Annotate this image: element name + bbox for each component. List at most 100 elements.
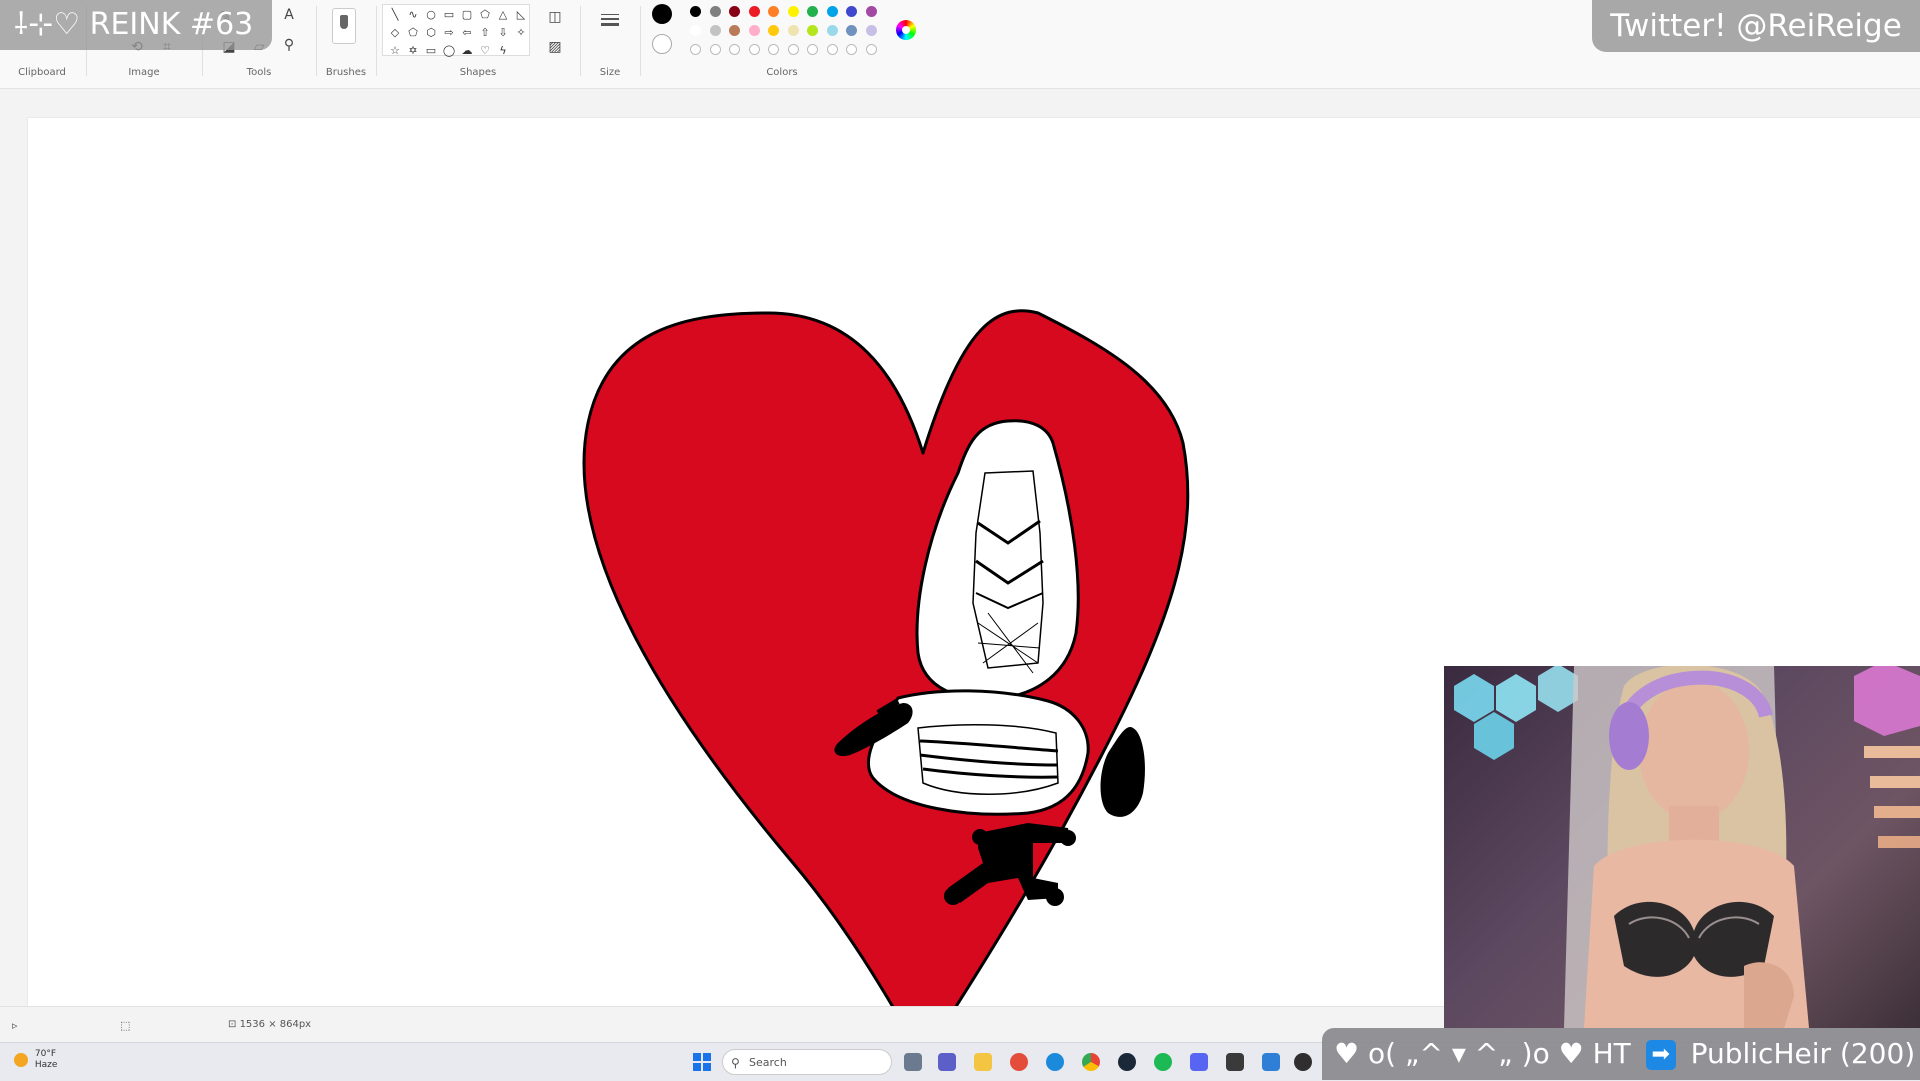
star6-shape-icon[interactable]: ✡ xyxy=(405,43,421,59)
file-explorer-icon[interactable] xyxy=(974,1053,992,1071)
fill-style-icon[interactable]: ▨ xyxy=(546,38,564,56)
line-shape-icon[interactable]: ╲ xyxy=(387,7,403,23)
color-swatch[interactable] xyxy=(807,25,818,36)
primary-color[interactable] xyxy=(652,4,672,24)
task-view-icon[interactable] xyxy=(904,1053,922,1071)
color-swatch[interactable] xyxy=(729,6,740,17)
star5-shape-icon[interactable]: ☆ xyxy=(387,43,403,59)
callout-rect-shape-icon[interactable]: ▭ xyxy=(423,43,439,59)
heart-shape-icon[interactable]: ♡ xyxy=(477,43,493,59)
chat-icon[interactable] xyxy=(938,1053,956,1071)
hexagon-shape-icon[interactable]: ⬡ xyxy=(423,25,439,41)
color-swatch[interactable] xyxy=(768,44,779,55)
arrow-up-shape-icon[interactable]: ⇧ xyxy=(477,25,493,41)
color-swatch[interactable] xyxy=(826,25,838,36)
pentagon-shape-icon[interactable]: ⬠ xyxy=(405,25,421,41)
obs-icon[interactable] xyxy=(1294,1053,1312,1071)
outline-icon[interactable]: ◫ xyxy=(546,8,564,26)
chair-wheel xyxy=(1046,888,1064,906)
ribbon-separator xyxy=(640,6,641,76)
right-triangle-shape-icon[interactable]: ◺ xyxy=(513,7,529,23)
triangle-shape-icon[interactable]: △ xyxy=(495,7,511,23)
color-swatch[interactable] xyxy=(690,44,701,55)
alert-prefix: ♥ o( „^ ▾ ^„ )o ♥ HT xyxy=(1334,1037,1631,1070)
color-swatch[interactable] xyxy=(748,25,760,36)
lightning-shape-icon[interactable]: ϟ xyxy=(495,43,511,59)
webcam-feed xyxy=(1454,666,1920,1028)
star4-shape-icon[interactable]: ✧ xyxy=(513,25,529,41)
arrow-left-shape-icon[interactable]: ⇦ xyxy=(459,25,475,41)
ribbon-separator xyxy=(580,6,581,76)
color-swatch[interactable] xyxy=(846,25,857,36)
arrow-down-shape-icon[interactable]: ⇩ xyxy=(495,25,511,41)
color-swatch[interactable] xyxy=(690,6,701,17)
curve-shape-icon[interactable]: ∿ xyxy=(405,7,421,23)
color-swatch[interactable] xyxy=(768,25,779,36)
rounded-rect-shape-icon[interactable]: ▢ xyxy=(459,7,475,23)
secondary-color[interactable] xyxy=(652,34,672,54)
color-swatch[interactable] xyxy=(709,25,721,36)
start-button[interactable] xyxy=(693,1053,711,1071)
color-swatch[interactable] xyxy=(807,6,818,17)
polygon-shape-icon[interactable]: ⬠ xyxy=(477,7,493,23)
text-icon[interactable]: A xyxy=(280,6,298,24)
notepad-icon[interactable] xyxy=(1262,1053,1280,1071)
canvas-size-text: 1536 × 864px xyxy=(239,1019,312,1030)
chair-wheel xyxy=(1060,830,1076,846)
brush-icon[interactable] xyxy=(332,8,356,44)
arrow-right-shape-icon[interactable]: ⇨ xyxy=(441,25,457,41)
canvas-size-icon: ⊡ xyxy=(228,1019,240,1030)
color-swatch[interactable] xyxy=(768,6,779,17)
taskbar-search[interactable]: ⚲ Search xyxy=(722,1049,892,1075)
color-swatch[interactable] xyxy=(807,44,818,55)
shapes-label: Shapes xyxy=(459,67,497,78)
chrome-icon[interactable] xyxy=(1082,1053,1100,1071)
color-swatch[interactable] xyxy=(787,44,799,55)
color-swatch[interactable] xyxy=(865,44,877,55)
color-swatch[interactable] xyxy=(690,25,701,36)
terminal-icon[interactable] xyxy=(1226,1053,1244,1071)
callout-oval-shape-icon[interactable]: ◯ xyxy=(441,43,457,59)
color-swatch[interactable] xyxy=(826,6,838,17)
tools-label: Tools xyxy=(246,67,272,78)
canvas-size: ⊡ 1536 × 864px xyxy=(228,1019,311,1030)
spotify-icon[interactable] xyxy=(1154,1053,1172,1071)
weather-widget[interactable]: 70°F Haze xyxy=(14,1049,57,1071)
shapes-gallery[interactable]: ╲ ∿ ○ ▭ ▢ ⬠ △ ◺ ◇ ⬠ ⬡ ⇨ ⇦ ⇧ ⇩ ✧ ☆ ✡ ▭ ◯ … xyxy=(382,4,530,59)
search-icon: ⚲ xyxy=(731,1056,740,1070)
stream-title-overlay: ⸸⊹♡ REINK #63 xyxy=(0,0,272,50)
app-icon[interactable] xyxy=(1010,1053,1028,1071)
steam-icon[interactable] xyxy=(1118,1053,1136,1071)
heart-chair-drawing xyxy=(582,309,1190,1060)
colors-group: Colors xyxy=(642,0,922,84)
color-swatch[interactable] xyxy=(729,44,740,55)
twitter-overlay: Twitter! @ReiReige xyxy=(1592,0,1920,52)
chair-wheel xyxy=(944,887,962,905)
weather-temp: 70°F xyxy=(34,1049,57,1059)
oval-shape-icon[interactable]: ○ xyxy=(423,7,439,23)
edit-colors-icon[interactable] xyxy=(896,20,916,40)
color-swatch[interactable] xyxy=(748,44,760,55)
color-swatch[interactable] xyxy=(826,44,838,55)
diamond-shape-icon[interactable]: ◇ xyxy=(387,25,403,41)
color-swatch[interactable] xyxy=(846,44,857,55)
color-swatch[interactable] xyxy=(846,6,857,17)
color-swatch[interactable] xyxy=(865,6,877,17)
color-swatch[interactable] xyxy=(865,25,877,36)
callout-cloud-shape-icon[interactable]: ☁ xyxy=(459,43,475,59)
chair-wheel xyxy=(972,829,988,845)
rectangle-shape-icon[interactable]: ▭ xyxy=(441,7,457,23)
pointer-position-icon: ▹ xyxy=(12,1019,18,1032)
color-swatch[interactable] xyxy=(729,25,740,36)
size-label: Size xyxy=(599,67,621,78)
color-swatch[interactable] xyxy=(748,6,760,17)
color-swatch[interactable] xyxy=(709,6,721,17)
color-swatch[interactable] xyxy=(709,44,721,55)
size-icon[interactable] xyxy=(601,14,619,26)
color-swatch[interactable] xyxy=(787,6,799,17)
magnifier-icon[interactable]: ⚲ xyxy=(280,36,298,54)
color-swatch[interactable] xyxy=(787,25,799,36)
edge-icon[interactable] xyxy=(1046,1053,1064,1071)
discord-icon[interactable] xyxy=(1190,1053,1208,1071)
search-placeholder: Search xyxy=(749,1056,787,1069)
